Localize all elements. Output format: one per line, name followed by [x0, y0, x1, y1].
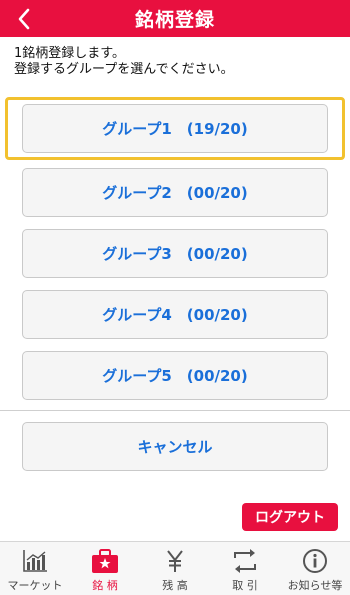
tab-notices[interactable]: お知らせ等: [280, 542, 350, 595]
tab-trade-label: 取 引: [232, 579, 258, 592]
instruction-line-1: 1銘柄登録します。: [14, 46, 125, 61]
group-5-button[interactable]: グループ5 (00/20): [22, 351, 328, 400]
instructions: 1銘柄登録します。 登録するグループを選んでください。: [14, 46, 344, 78]
tab-bar: マーケット 銘 柄 残 高 取 引 お知らせ等: [0, 541, 350, 595]
info-icon: [300, 547, 330, 575]
exchange-icon: [230, 547, 260, 575]
tab-stocks-label: 銘 柄: [92, 579, 118, 592]
tab-notices-label: お知らせ等: [287, 579, 343, 592]
instruction-line-2: 登録するグループを選んでください。: [14, 62, 234, 77]
briefcase-star-icon: [90, 547, 120, 575]
yen-icon: [160, 547, 190, 575]
tab-market-label: マーケット: [7, 579, 63, 592]
chevron-left-icon: [18, 8, 30, 29]
group-1-button[interactable]: グループ1 (19/20): [22, 104, 328, 153]
tab-stocks[interactable]: 銘 柄: [70, 542, 140, 595]
back-button[interactable]: [6, 0, 42, 37]
page-title: 銘柄登録: [134, 9, 215, 31]
tab-balance[interactable]: 残 高: [140, 542, 210, 595]
divider: [0, 410, 350, 411]
tab-balance-label: 残 高: [162, 579, 188, 592]
group-4-button[interactable]: グループ4 (00/20): [22, 290, 328, 339]
tab-market[interactable]: マーケット: [0, 542, 70, 595]
tab-trade[interactable]: 取 引: [210, 542, 280, 595]
group-2-button[interactable]: グループ2 (00/20): [22, 168, 328, 217]
chart-icon: [20, 547, 50, 575]
cancel-button[interactable]: キャンセル: [22, 422, 328, 471]
group-3-button[interactable]: グループ3 (00/20): [22, 229, 328, 278]
header-bar: 銘柄登録: [0, 0, 350, 37]
logout-button[interactable]: ログアウト: [242, 503, 338, 531]
